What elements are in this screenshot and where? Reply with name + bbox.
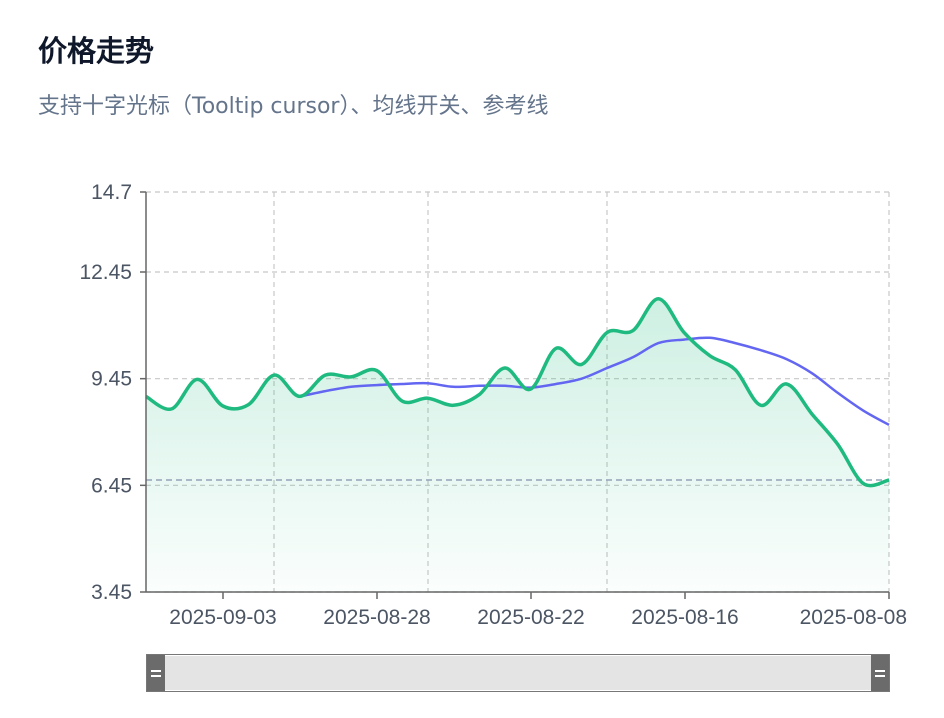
data-zoom-handle-right[interactable] [871, 655, 889, 691]
price-area [146, 298, 889, 592]
x-tick-label: 2025-08-08 [800, 606, 907, 629]
y-tick-label: 12.45 [79, 261, 132, 284]
x-tick-label: 2025-09-03 [169, 606, 276, 629]
data-zoom-handle-left[interactable] [147, 655, 165, 691]
x-tick-label: 2025-08-28 [323, 606, 430, 629]
x-tick-label: 2025-08-16 [631, 606, 738, 629]
data-zoom-slider[interactable] [146, 654, 890, 692]
y-tick-label: 6.45 [91, 474, 132, 497]
price-trend-chart[interactable]: 14.7 12.45 9.45 6.45 3.45 2025-09-03 2025-08-2… [0, 0, 944, 650]
data-zoom-range[interactable] [165, 656, 871, 690]
y-tick-label: 9.45 [91, 368, 132, 391]
y-tick-label: 3.45 [91, 581, 132, 604]
y-tick-label: 14.7 [91, 181, 132, 204]
x-tick-label: 2025-08-22 [477, 606, 584, 629]
